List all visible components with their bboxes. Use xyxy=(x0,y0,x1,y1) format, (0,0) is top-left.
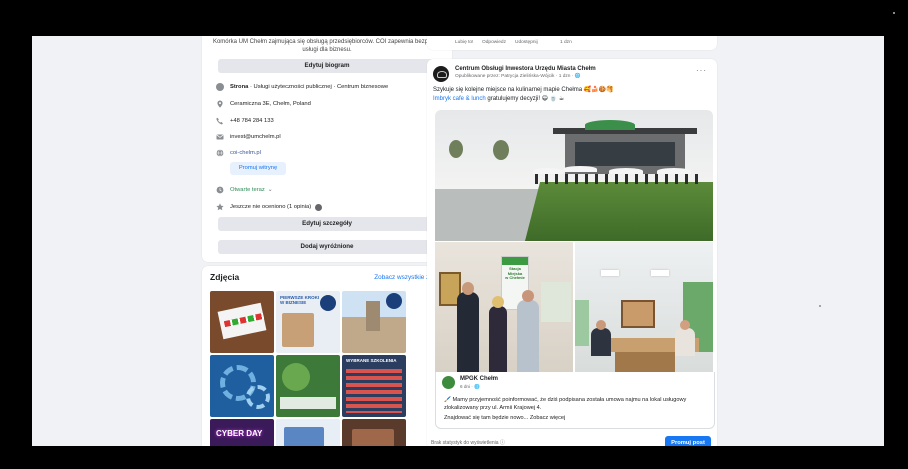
email-row: invest@umchelm.pl xyxy=(216,133,281,141)
globe-icon xyxy=(216,149,224,157)
info-icon xyxy=(216,83,224,91)
clock-icon xyxy=(216,186,224,194)
info-circle-icon[interactable] xyxy=(315,203,323,211)
website-row: coi-chelm.pl xyxy=(216,149,261,157)
photo-thumb[interactable] xyxy=(342,291,406,353)
phone-text[interactable]: +48 784 284 133 xyxy=(230,117,274,125)
sign-text: w Chełmie xyxy=(505,275,525,280)
post-image-cafe-render[interactable] xyxy=(435,110,713,241)
page-artifact-dot xyxy=(819,305,821,307)
like-comment-action[interactable]: Lubię to! xyxy=(455,40,473,45)
address-row: Ceramiczna 3E, Chełm, Poland xyxy=(216,100,311,108)
screen-corner-artifact xyxy=(893,12,895,14)
previous-post-footer: Lubię to! Odpowiedz Udostępnij 1 dzn xyxy=(427,36,717,50)
intro-card: Komórka UM Chełm zajmująca się obsługą p… xyxy=(202,36,452,262)
photo-thumb[interactable] xyxy=(342,419,406,446)
post-menu-icon[interactable]: ··· xyxy=(696,66,707,75)
facebook-page-screen: Komórka UM Chełm zajmująca się obsługą p… xyxy=(32,36,884,446)
add-featured-button[interactable]: Dodaj wyróżnione xyxy=(218,240,436,254)
post-image-signing[interactable] xyxy=(575,242,713,372)
thumb-text: CYBER DAY xyxy=(216,429,263,438)
thumb-text: PIERWSZE KROKI W BIZNESIE xyxy=(280,295,320,305)
hours-status[interactable]: Otwarte teraz xyxy=(230,186,265,194)
page-avatar[interactable] xyxy=(433,66,449,82)
mail-icon xyxy=(216,133,224,141)
post-text: Szykuje się kolejne miejsce na kulinarne… xyxy=(433,86,703,104)
photo-thumb[interactable] xyxy=(276,419,340,446)
photo-thumb[interactable]: WYBRANE SZKOLENIA xyxy=(342,355,406,417)
post-image-handshake[interactable]: Stacja Miejska w Chełmie xyxy=(435,242,573,372)
photo-thumb[interactable] xyxy=(210,291,274,353)
reply-comment-action[interactable]: Odpowiedz xyxy=(482,40,506,45)
shared-post-body: 🖌️ Mamy przyjemność poinformować, że dzi… xyxy=(444,397,687,411)
photo-thumb[interactable]: PIERWSZE KROKI W BIZNESIE xyxy=(276,291,340,353)
photos-card: Zdjęcia Zobacz wszystkie zdjęcia PIERWSZ… xyxy=(202,266,452,446)
boost-post-button[interactable]: Promuj post xyxy=(665,436,711,446)
shared-post-author[interactable]: MPGK Chełm xyxy=(460,376,498,382)
share-comment-action[interactable]: Udostępnij xyxy=(515,40,538,45)
post-card: Centrum Obsługi Inwestora Urzędu Miasta … xyxy=(427,59,717,446)
category-text: · Usługi użyteczności publicznej · Centr… xyxy=(248,84,389,90)
thumb-text: WYBRANE SZKOLENIA xyxy=(346,358,397,363)
photos-title: Zdjęcia xyxy=(210,272,240,282)
hours-row: Otwarte teraz ⌄ xyxy=(216,186,273,194)
category-label: Strona xyxy=(230,84,249,90)
rating-row: Jeszcze nie oceniono (1 opinia) xyxy=(216,203,323,211)
email-text[interactable]: invest@umchelm.pl xyxy=(230,133,281,141)
shared-post-text: 🖌️ Mamy przyjemność poinformować, że dzi… xyxy=(444,396,706,422)
post-text-line: gratulujemy decyzji! 😄 🍵 ☕ xyxy=(485,96,565,102)
website-link[interactable]: coi-chelm.pl xyxy=(230,149,261,157)
post-author[interactable]: Centrum Obsługi Inwestora Urzędu Miasta … xyxy=(455,66,596,72)
location-pin-icon xyxy=(216,100,224,108)
see-more-link[interactable]: Znajdować się tam będzie nowo... Zobacz … xyxy=(444,414,565,422)
phone-row: +48 784 284 133 xyxy=(216,117,274,125)
photo-thumb[interactable] xyxy=(210,355,274,417)
post-stats: Brak statystyk do wyświetlenia ⓘ xyxy=(431,440,505,446)
phone-icon xyxy=(216,117,224,125)
promote-website-button[interactable]: Promuj witrynę xyxy=(230,162,286,175)
mpgk-avatar[interactable] xyxy=(442,376,455,389)
chevron-down-icon[interactable]: ⌄ xyxy=(268,186,273,194)
category-row: Strona · Usługi użyteczności publicznej … xyxy=(216,83,388,91)
photo-thumb[interactable]: CYBER DAY xyxy=(210,419,274,446)
photo-thumb[interactable] xyxy=(276,355,340,417)
star-icon xyxy=(216,203,224,211)
edit-bio-button[interactable]: Edytuj biogram xyxy=(218,59,436,73)
address-text[interactable]: Ceramiczna 3E, Chełm, Poland xyxy=(230,100,311,108)
comment-time: 1 dzn xyxy=(560,40,572,45)
post-text-line: Szykuje się kolejne miejsce na kulinarne… xyxy=(433,87,614,93)
rating-text: Jeszcze nie oceniono (1 opinia) xyxy=(230,204,312,210)
post-mention-link[interactable]: Imbryk cafe & lunch xyxy=(433,96,486,102)
shared-post-meta: 6 dni · 🌐 xyxy=(460,384,480,389)
post-meta: Opublikowane przez: Patrycja Zielińska-W… xyxy=(455,74,581,79)
shared-post-box[interactable]: MPGK Chełm 6 dni · 🌐 🖌️ Mamy przyjemność… xyxy=(435,372,715,429)
bio-text: Komórka UM Chełm zajmująca się obsługą p… xyxy=(212,39,442,53)
edit-details-button[interactable]: Edytuj szczegóły xyxy=(218,217,436,231)
